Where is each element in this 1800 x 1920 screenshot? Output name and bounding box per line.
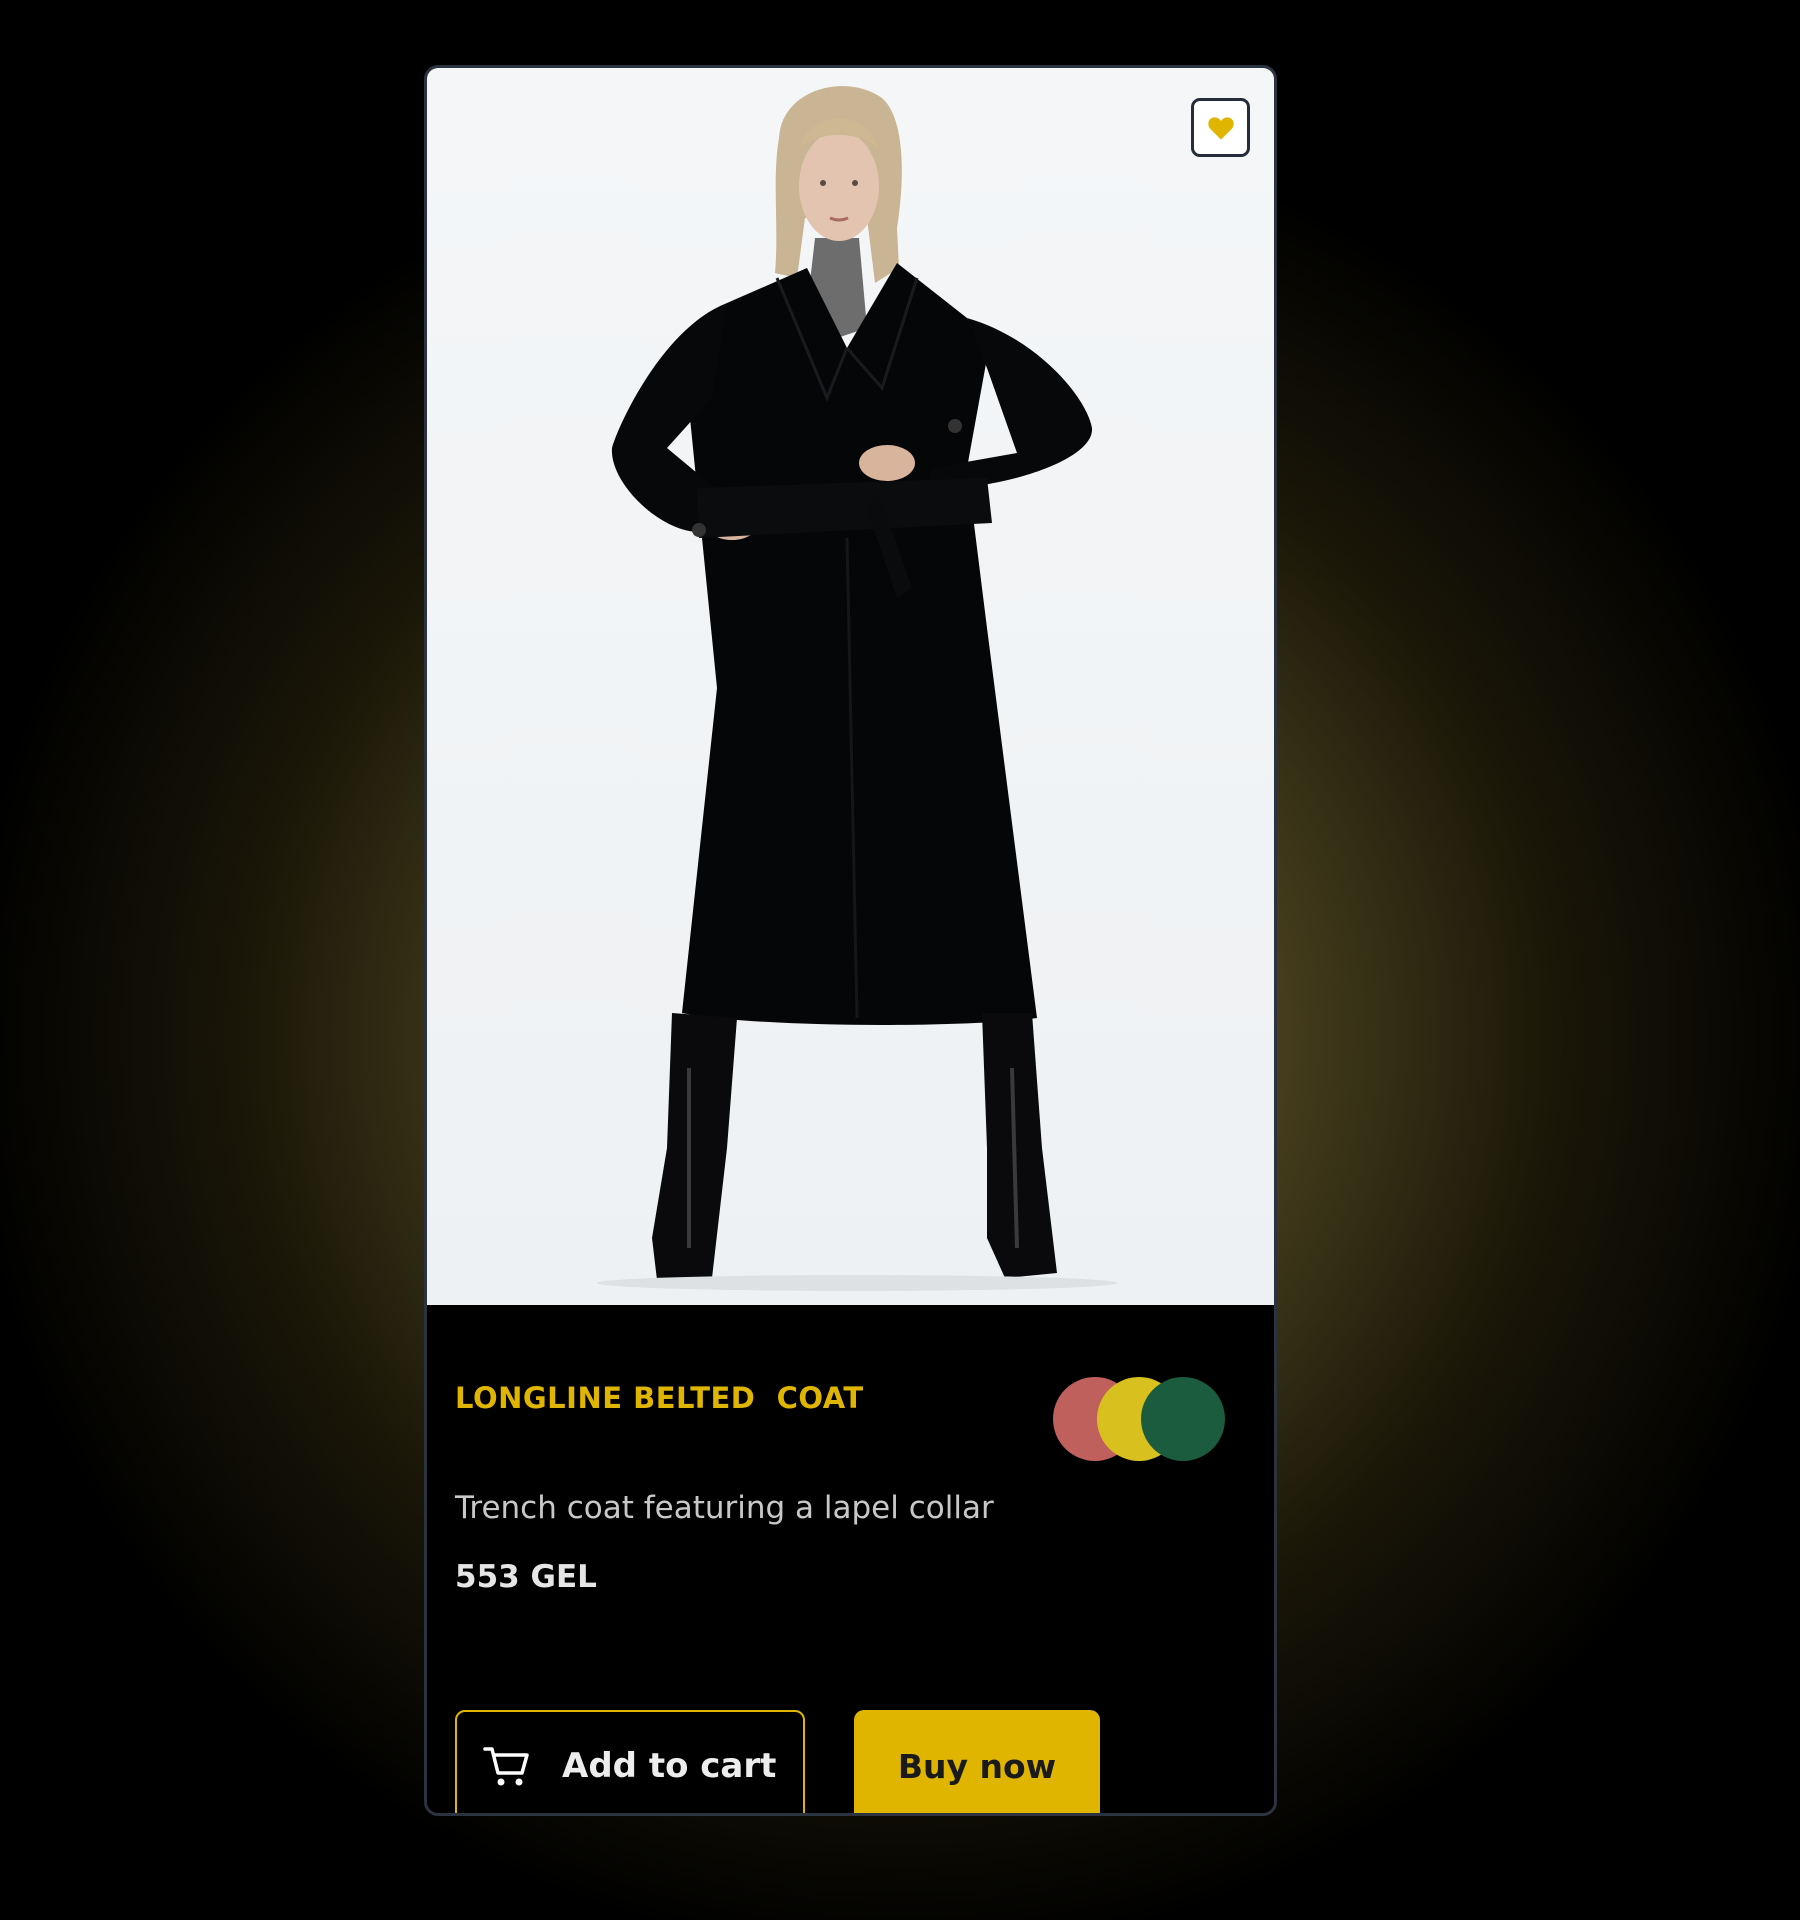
cart-icon [483,1747,529,1786]
product-image[interactable] [427,68,1274,1305]
product-card: LONGLINE BELTED COAT Trench coat featuri… [424,65,1277,1816]
product-title: LONGLINE BELTED COAT [455,1381,864,1415]
swatch-green[interactable] [1141,1377,1225,1461]
add-to-cart-label: Add to cart [562,1746,777,1786]
product-price: 553 GEL [455,1559,597,1595]
buy-now-button[interactable]: Buy now [854,1710,1100,1813]
add-to-cart-button[interactable]: Add to cart [455,1710,805,1813]
buy-now-label: Buy now [897,1746,1057,1786]
product-info: LONGLINE BELTED COAT Trench coat featuri… [427,1305,1274,1813]
color-swatches [1053,1377,1233,1463]
product-description: Trench coat featuring a lapel collar [455,1490,994,1526]
heart-icon [1207,116,1234,140]
favorite-button[interactable] [1191,98,1250,157]
